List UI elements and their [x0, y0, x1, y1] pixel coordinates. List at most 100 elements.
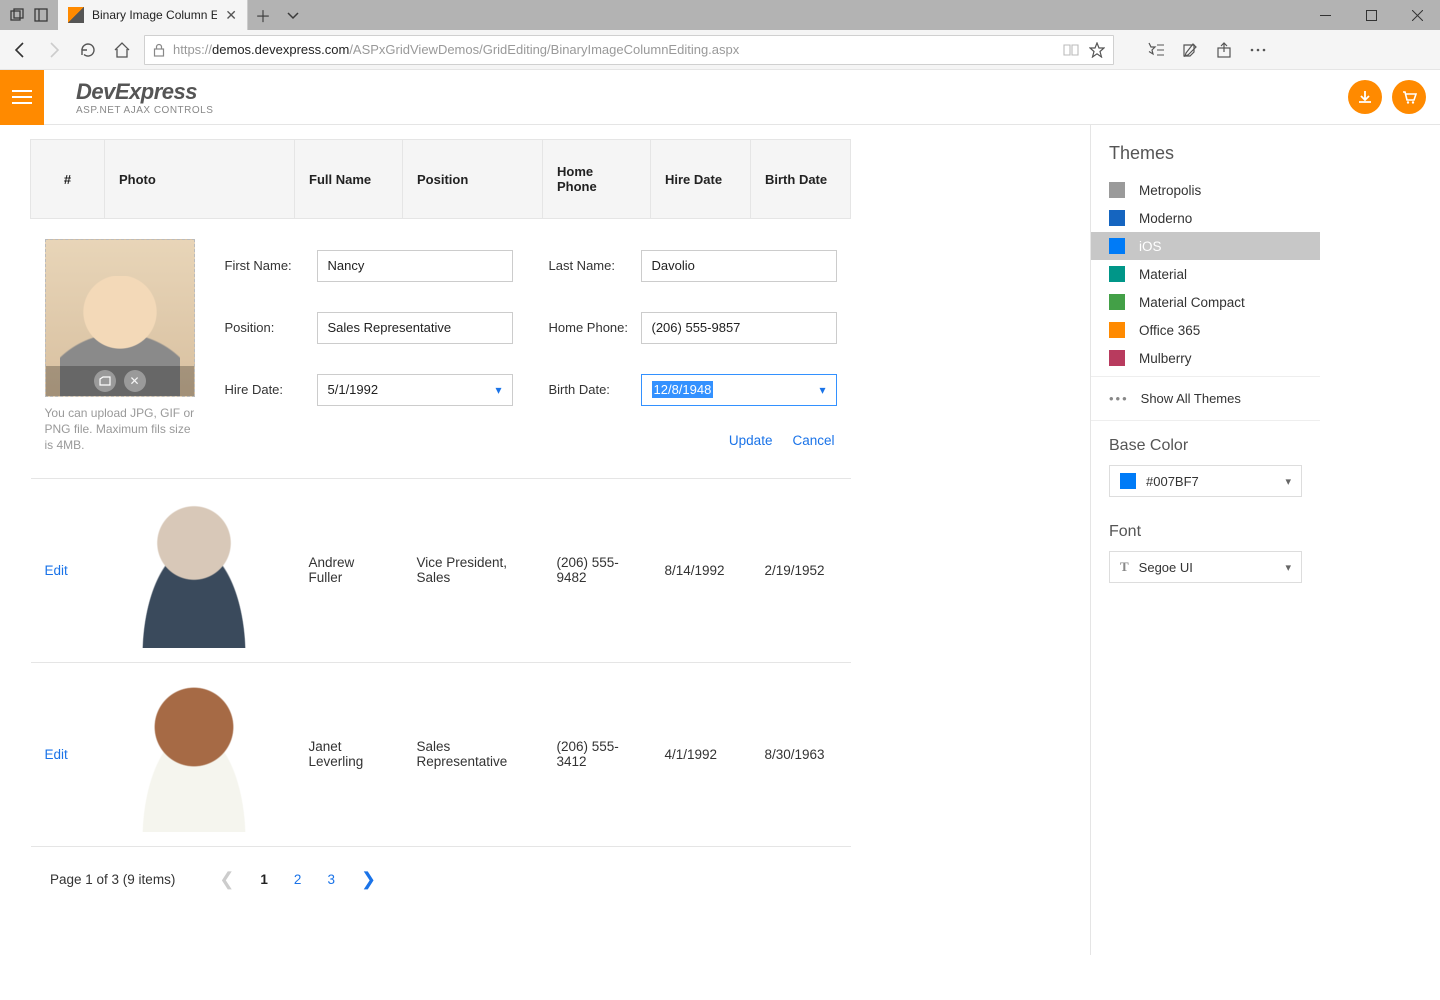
font-title: Font [1091, 507, 1320, 547]
edit-link[interactable]: Edit [45, 747, 68, 762]
chevron-down-icon: ▾ [1285, 475, 1291, 488]
theme-label: Office 365 [1139, 323, 1200, 338]
cell-name: Andrew Fuller [295, 478, 403, 662]
favorites-list-icon[interactable] [1146, 42, 1164, 58]
themes-title: Themes [1091, 125, 1320, 172]
share-icon[interactable] [1216, 42, 1232, 58]
input-home-phone[interactable]: (206) 555-9857 [641, 312, 837, 344]
theme-label: Material [1139, 267, 1187, 282]
theme-item-material[interactable]: Material [1091, 260, 1320, 288]
cell-hire: 8/14/1992 [651, 478, 751, 662]
browser-titlebar: Binary Image Column E ✕ ＋ [0, 0, 1440, 30]
tab-aside-icon[interactable] [30, 4, 52, 26]
edit-link[interactable]: Edit [45, 563, 68, 578]
col-home-phone[interactable]: Home Phone [543, 140, 651, 219]
lock-icon [153, 43, 165, 57]
col-index[interactable]: # [31, 140, 105, 219]
pager-prev-button[interactable]: ❮ [213, 865, 240, 894]
window-close-button[interactable] [1394, 0, 1440, 30]
nav-home-button[interactable] [110, 38, 134, 62]
window-minimize-button[interactable] [1302, 0, 1348, 30]
photo-clear-icon[interactable]: ✕ [124, 370, 146, 392]
col-name[interactable]: Full Name [295, 140, 403, 219]
font-select[interactable]: T Segoe UI ▾ [1109, 551, 1302, 583]
pager-page-1[interactable]: 1 [254, 868, 274, 891]
show-all-themes[interactable]: ••• Show All Themes [1091, 376, 1320, 421]
favicon-icon [68, 7, 84, 23]
input-first-name[interactable]: Nancy [317, 250, 513, 282]
theme-label: Material Compact [1139, 295, 1245, 310]
theme-label: Metropolis [1139, 183, 1201, 198]
favorite-star-icon[interactable] [1089, 42, 1105, 58]
base-color-select[interactable]: #007BF7 ▾ [1109, 465, 1302, 497]
hamburger-icon [12, 96, 32, 98]
cart-button[interactable] [1392, 80, 1426, 114]
table-row: Edit Janet Leverling Sales Representativ… [31, 662, 851, 846]
notes-icon[interactable] [1182, 42, 1198, 58]
cell-phone: (206) 555-3412 [543, 662, 651, 846]
page-header: DevExpress ASP.NET AJAX CONTROLS [0, 70, 1440, 125]
row-photo [119, 493, 269, 648]
theme-swatch-icon [1109, 210, 1125, 226]
tab-group-icon[interactable] [6, 4, 28, 26]
cell-birth: 2/19/1952 [751, 478, 851, 662]
cell-hire: 4/1/1992 [651, 662, 751, 846]
input-position[interactable]: Sales Representative [317, 312, 513, 344]
theme-item-material-compact[interactable]: Material Compact [1091, 288, 1320, 316]
nav-forward-button[interactable] [42, 38, 66, 62]
pager-next-button[interactable]: ❯ [355, 865, 382, 894]
url-input[interactable]: https://demos.devexpress.com/ASPxGridVie… [144, 35, 1114, 65]
theme-swatch-icon [1109, 294, 1125, 310]
reading-view-icon[interactable] [1063, 43, 1079, 57]
theme-swatch-icon [1109, 350, 1125, 366]
theme-item-mulberry[interactable]: Mulberry [1091, 344, 1320, 372]
photo-upload-area[interactable]: ✕ [45, 239, 195, 397]
label-home-phone: Home Phone: [549, 320, 627, 335]
col-position[interactable]: Position [403, 140, 543, 219]
col-birth-date[interactable]: Birth Date [751, 140, 851, 219]
label-first-name: First Name: [225, 258, 303, 273]
font-icon: T [1120, 559, 1129, 575]
more-icon[interactable] [1250, 48, 1266, 52]
pager-page-2[interactable]: 2 [288, 868, 308, 891]
data-grid: # Photo Full Name Position Home Phone Hi… [30, 139, 851, 847]
new-tab-button[interactable]: ＋ [248, 0, 278, 30]
brand-title: DevExpress [76, 79, 213, 105]
cancel-button[interactable]: Cancel [792, 433, 834, 454]
brand-subtitle: ASP.NET AJAX CONTROLS [76, 105, 213, 116]
download-button[interactable] [1348, 80, 1382, 114]
ellipsis-icon: ••• [1109, 391, 1129, 406]
input-hire-date[interactable]: 5/1/1992▾ [317, 374, 513, 406]
menu-button[interactable] [0, 70, 44, 125]
theme-item-office-365[interactable]: Office 365 [1091, 316, 1320, 344]
close-tab-icon[interactable]: ✕ [225, 7, 237, 24]
nav-refresh-button[interactable] [76, 38, 100, 62]
label-last-name: Last Name: [549, 258, 627, 273]
cell-name: Janet Leverling [295, 662, 403, 846]
nav-back-button[interactable] [8, 38, 32, 62]
base-color-title: Base Color [1091, 421, 1320, 461]
input-birth-date[interactable]: 12/8/1948▾ [641, 374, 837, 406]
browser-tab-active[interactable]: Binary Image Column E ✕ [58, 0, 248, 30]
label-birth-date: Birth Date: [549, 382, 627, 397]
table-row: Edit Andrew Fuller Vice President, Sales… [31, 478, 851, 662]
window-maximize-button[interactable] [1348, 0, 1394, 30]
col-hire-date[interactable]: Hire Date [651, 140, 751, 219]
photo-browse-icon[interactable] [94, 370, 116, 392]
theme-item-moderno[interactable]: Moderno [1091, 204, 1320, 232]
sidebar: Themes Metropolis ModernoiOS Material Mater… [1090, 125, 1320, 955]
col-photo[interactable]: Photo [105, 140, 295, 219]
tab-menu-button[interactable] [278, 0, 308, 30]
pager-summary: Page 1 of 3 (9 items) [50, 872, 175, 887]
color-swatch-icon [1120, 473, 1136, 489]
update-button[interactable]: Update [729, 433, 773, 454]
theme-swatch-icon [1109, 238, 1125, 254]
theme-item-metropolis[interactable]: Metropolis [1091, 176, 1320, 204]
cell-position: Sales Representative [403, 662, 543, 846]
input-last-name[interactable]: Davolio [641, 250, 837, 282]
theme-item-ios[interactable]: iOS [1091, 232, 1320, 260]
label-hire-date: Hire Date: [225, 382, 303, 397]
browser-navbar: https://demos.devexpress.com/ASPxGridVie… [0, 30, 1440, 70]
pager-page-3[interactable]: 3 [321, 868, 341, 891]
row-photo [119, 677, 269, 832]
